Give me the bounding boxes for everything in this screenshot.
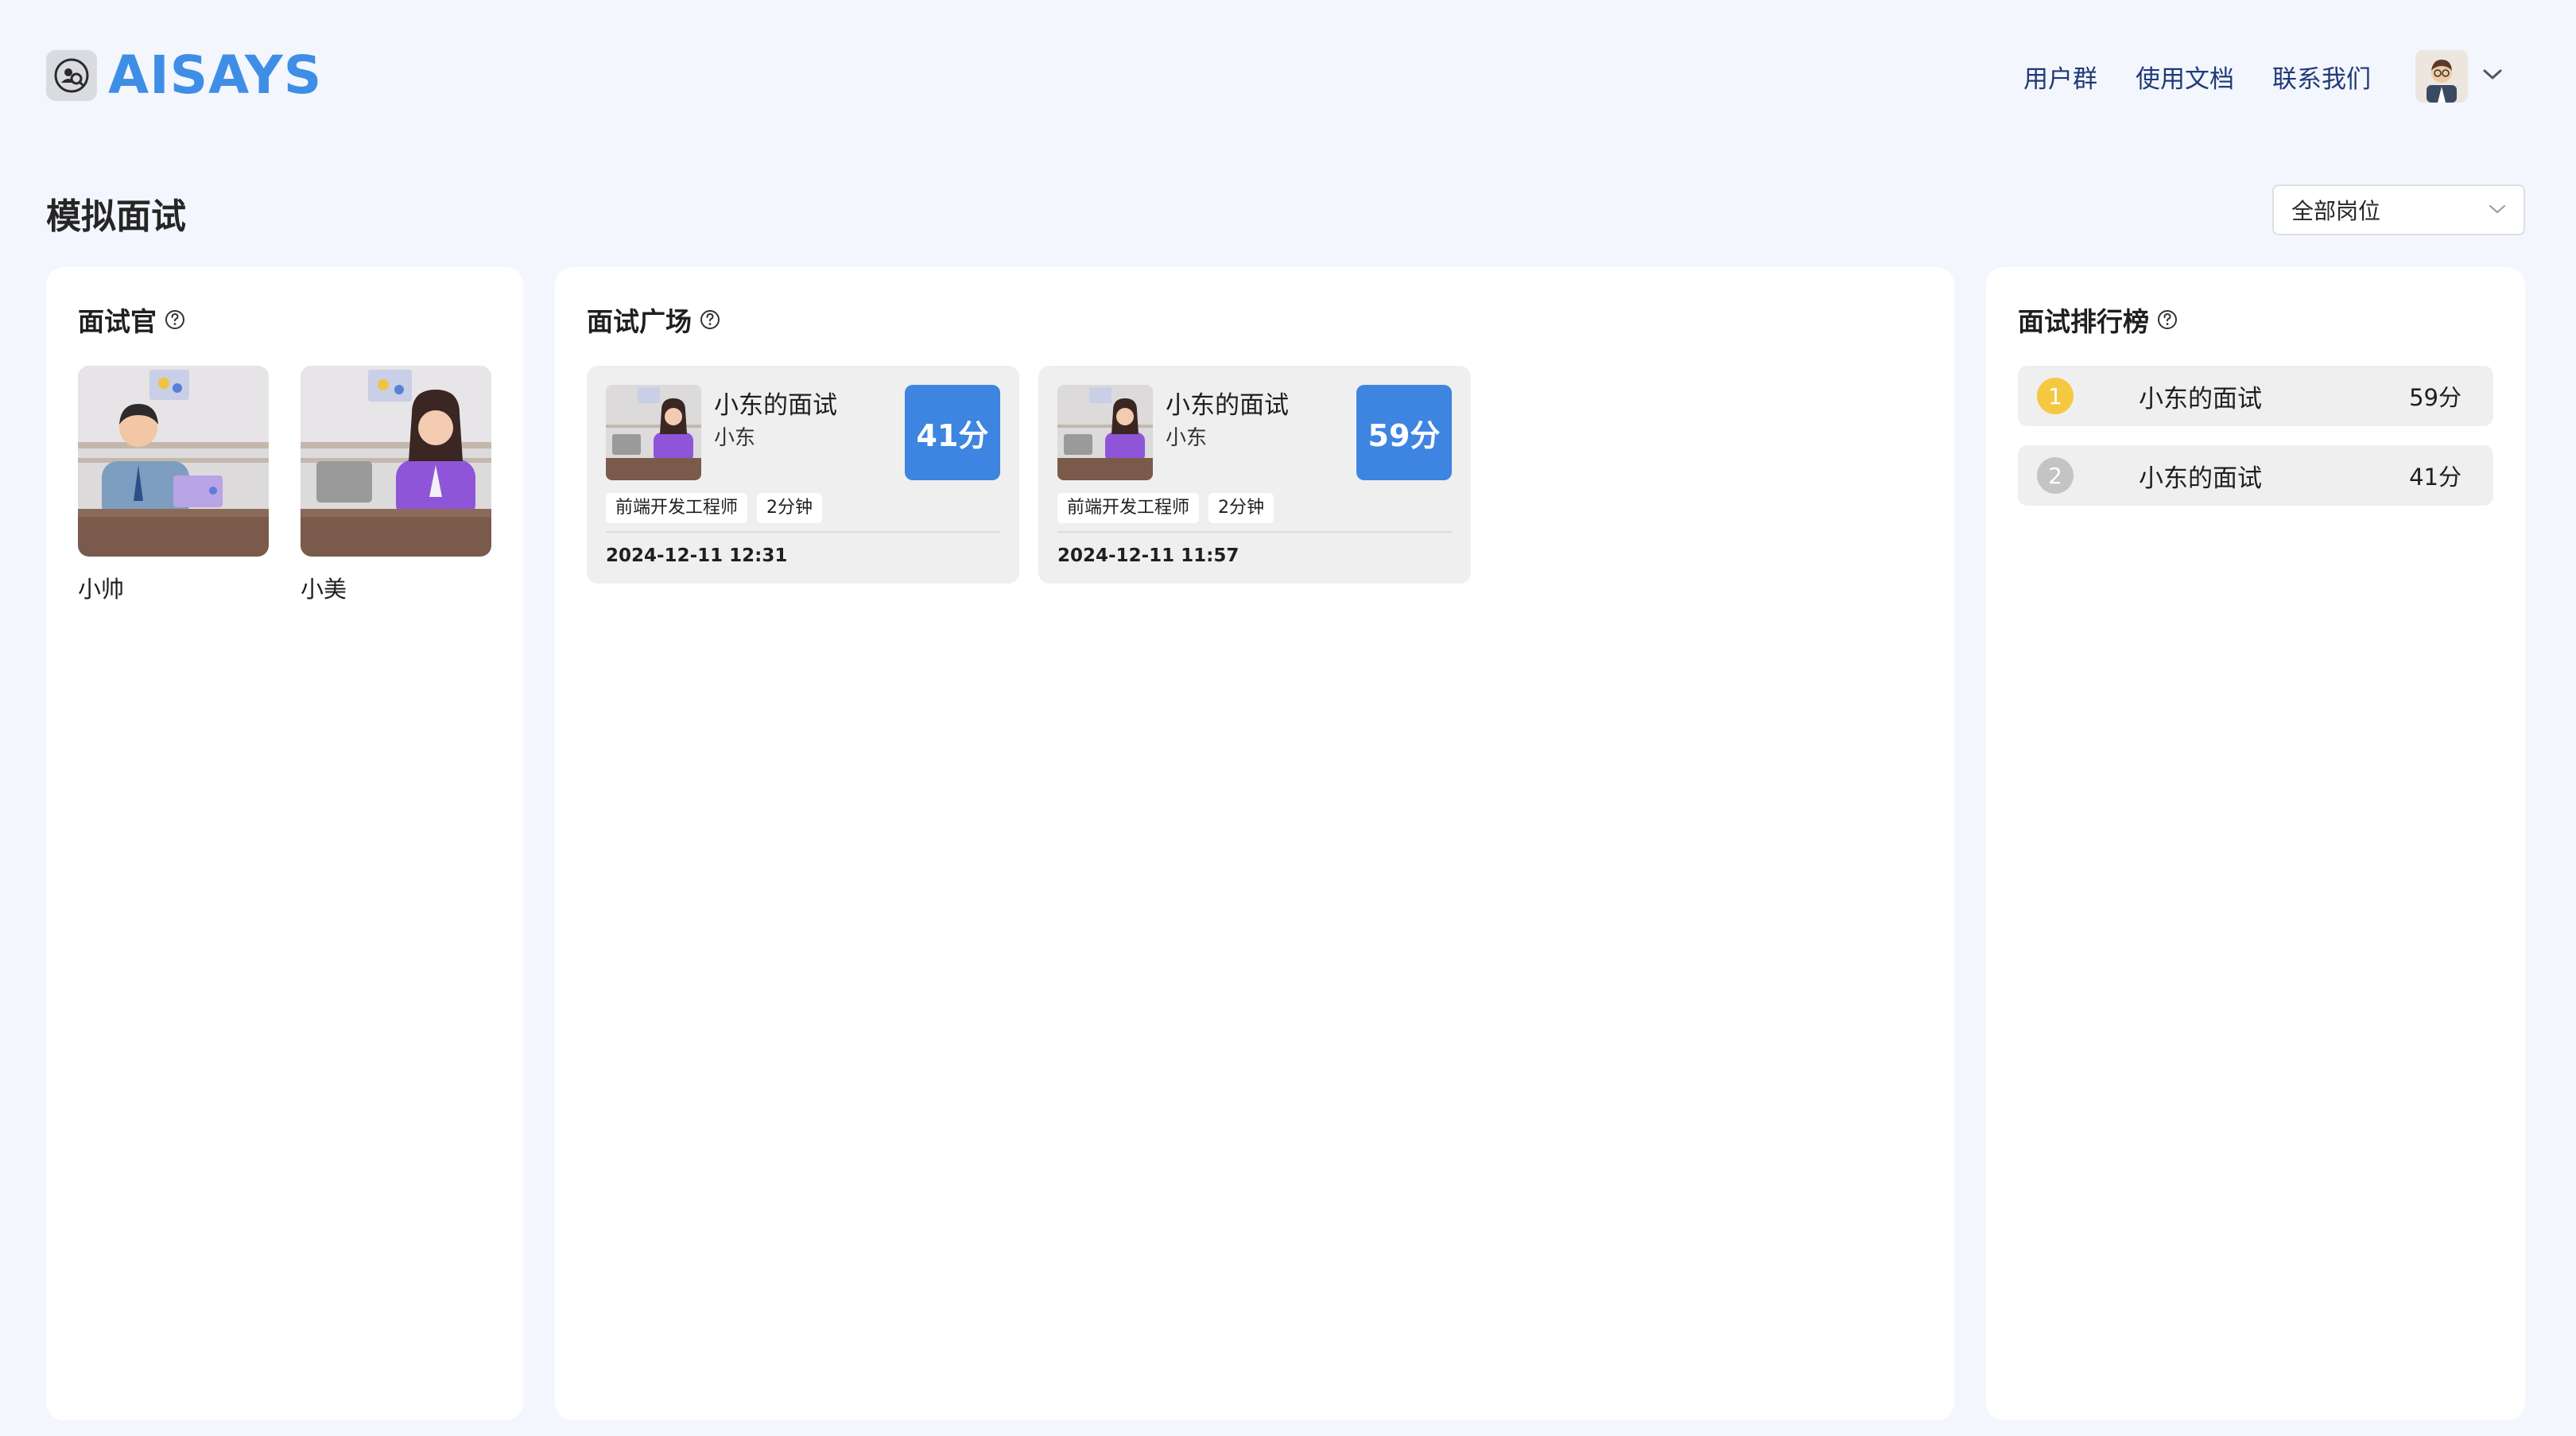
app-root: AISAYS 用户群 使用文档 联系我们 模拟面试 全部岗位 面试官 小帅 小美…: [0, 0, 2576, 1436]
position-tag: 前端开发工程师: [1057, 493, 1200, 523]
interviewer-photo: [78, 366, 269, 557]
help-icon[interactable]: [700, 309, 720, 330]
interview-card-user: 小东: [1166, 426, 1208, 450]
chevron-down-icon: [2489, 203, 2506, 218]
interview-card-title: 小东的面试: [714, 391, 837, 420]
position-tag: 前端开发工程师: [606, 493, 748, 523]
duration-tag: 2分钟: [757, 493, 823, 523]
interviewer-card[interactable]: 小美: [301, 366, 491, 604]
panel-title: 面试官: [78, 301, 185, 339]
rank-badge: 1: [2037, 378, 2074, 414]
interviewer-name: 小帅: [78, 576, 125, 603]
plaza-title: 面试广场: [587, 306, 692, 337]
interview-card[interactable]: 小东的面试 小东 41分 前端开发工程师 2分钟 2024-12-11 12:3…: [587, 366, 1019, 584]
position-filter-value: 全部岗位: [2291, 198, 2381, 224]
divider: [1057, 531, 1452, 533]
ranking-panel: 面试排行榜 1 小东的面试 59分 2 小东的面试 41分: [1986, 267, 2525, 1420]
ranking-row[interactable]: 1 小东的面试 59分: [2018, 366, 2493, 426]
help-icon[interactable]: [165, 309, 185, 330]
top-nav: 用户群 使用文档 联系我们: [1985, 45, 2503, 108]
chevron-down-icon: [2482, 68, 2503, 84]
nav-contact-link[interactable]: 联系我们: [2272, 59, 2371, 95]
interviewer-photo: [301, 366, 491, 557]
interview-thumbnail: [1057, 385, 1153, 480]
interviewers-panel: 面试官 小帅 小美: [46, 267, 523, 1420]
ranking-row[interactable]: 2 小东的面试 41分: [2018, 445, 2493, 506]
interviewer-card[interactable]: 小帅: [78, 366, 269, 604]
brand-logo[interactable]: AISAYS: [46, 49, 322, 102]
nav-docs-link[interactable]: 使用文档: [2136, 59, 2234, 95]
panel-title: 面试排行榜: [2018, 301, 2178, 339]
rank-score: 59分: [2409, 384, 2462, 411]
divider: [606, 531, 1000, 533]
rank-name: 小东的面试: [2139, 464, 2262, 493]
interviewers-title: 面试官: [78, 306, 157, 337]
nav-user-group-link[interactable]: 用户群: [2023, 59, 2097, 95]
interviewer-name: 小美: [301, 576, 347, 603]
interview-card-title: 小东的面试: [1166, 391, 1289, 420]
top-header: AISAYS 用户群 使用文档 联系我们: [0, 0, 2576, 151]
panel-title: 面试广场: [587, 301, 720, 339]
avatar: [2415, 50, 2468, 103]
user-menu[interactable]: [2415, 50, 2503, 103]
score-badge: 41分: [905, 385, 1000, 480]
tag-list: 前端开发工程师 2分钟: [606, 493, 832, 523]
position-filter-select[interactable]: 全部岗位: [2272, 184, 2525, 235]
interview-logo-icon: [46, 50, 97, 101]
rank-name: 小东的面试: [2139, 384, 2262, 413]
duration-tag: 2分钟: [1208, 493, 1274, 523]
interview-plaza-panel: 面试广场 小东的面试 小东 41分 前端开发工程师 2分钟 2024-12-11…: [555, 267, 1954, 1420]
interview-card-user: 小东: [714, 426, 756, 450]
ranking-title: 面试排行榜: [2018, 306, 2149, 337]
page-title: 模拟面试: [46, 196, 186, 237]
score-badge: 59分: [1356, 385, 1452, 480]
tag-list: 前端开发工程师 2分钟: [1057, 493, 1283, 523]
interview-thumbnail: [606, 385, 701, 480]
interview-card[interactable]: 小东的面试 小东 59分 前端开发工程师 2分钟 2024-12-11 11:5…: [1038, 366, 1471, 584]
rank-badge: 2: [2037, 457, 2074, 494]
interview-card-time: 2024-12-11 12:31: [606, 545, 788, 566]
interview-card-time: 2024-12-11 11:57: [1057, 545, 1240, 566]
rank-score: 41分: [2409, 464, 2462, 491]
brand-name: AISAYS: [108, 45, 323, 106]
help-icon[interactable]: [2157, 309, 2178, 330]
